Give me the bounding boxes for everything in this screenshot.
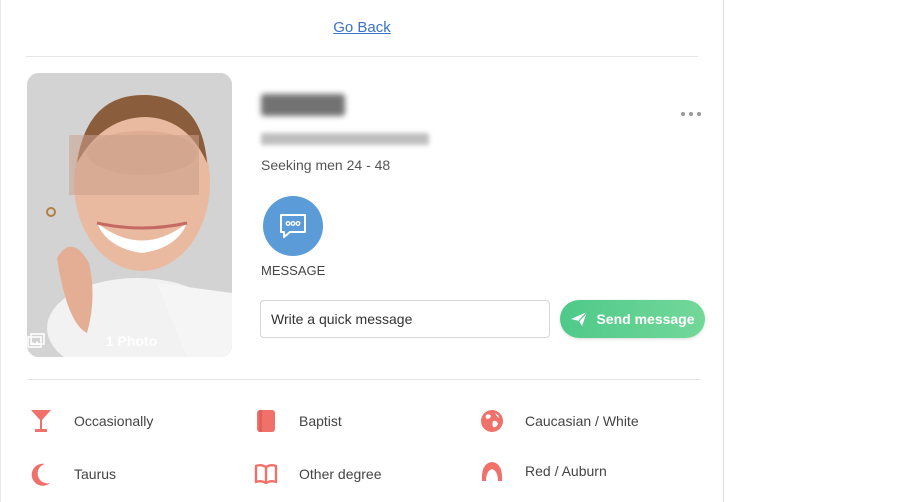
message-button[interactable] [263,196,323,256]
profile-photo[interactable]: 1 Photo [27,73,232,357]
attr-religion-label: Baptist [299,413,342,429]
profile-card: Go Back 1 Photo Seeking men 24 - 48 MESS… [0,0,724,502]
photo-count[interactable]: 1 Photo [27,333,232,349]
attr-ethnicity: Caucasian / White [480,409,639,433]
back-row: Go Back [26,0,698,57]
go-back-link[interactable]: Go Back [333,19,391,36]
more-options-icon[interactable] [677,106,705,122]
book-icon [254,409,278,433]
profile-name-redacted [261,94,345,116]
attr-hair: Red / Auburn [480,459,607,483]
attr-education: Other degree [254,462,382,486]
open-book-icon [254,462,278,486]
attr-education-label: Other degree [299,466,382,482]
attr-zodiac-label: Taurus [74,466,117,482]
attr-ethnicity-label: Caucasian / White [525,413,639,429]
attr-zodiac: Taurus [29,462,116,486]
send-message-label: Send message [596,311,695,327]
profile-location-redacted [261,133,429,145]
send-message-button[interactable]: Send message [560,300,705,338]
attr-religion: Baptist [254,409,342,433]
message-label: MESSAGE [261,263,326,278]
attr-drinking: Occasionally [29,409,153,433]
photo-count-label: 1 Photo [105,333,158,349]
paper-plane-icon [571,311,588,326]
hair-icon [480,459,504,483]
attr-drinking-label: Occasionally [74,413,154,429]
chat-bubble-icon [280,214,306,238]
seeking-text: Seeking men 24 - 48 [261,157,391,173]
globe-icon [480,409,504,433]
crescent-moon-icon [29,462,53,486]
portrait-image [27,73,232,357]
attr-hair-label: Red / Auburn [525,463,607,479]
cocktail-glass-icon [29,409,53,433]
section-divider [27,379,701,380]
quick-message-input[interactable] [260,300,550,338]
